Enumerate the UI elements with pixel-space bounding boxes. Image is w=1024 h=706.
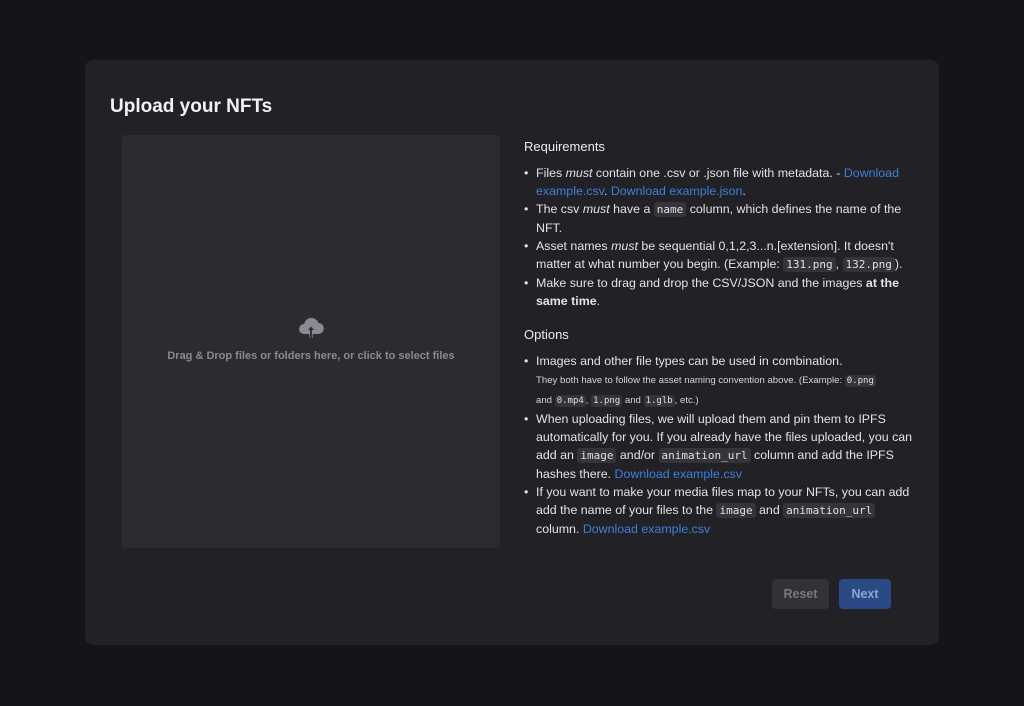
requirements-title: Requirements: [524, 139, 605, 154]
download-example-csv-link[interactable]: Download example.csv: [583, 522, 710, 536]
file-dropzone[interactable]: Drag & Drop files or folders here, or cl…: [122, 135, 500, 548]
requirement-item: Make sure to drag and drop the CSV/JSON …: [524, 274, 914, 310]
option-item: When uploading files, we will upload the…: [524, 410, 914, 483]
cloud-upload-icon: [298, 315, 324, 339]
requirements-list: Files must contain one .csv or .json fil…: [524, 164, 914, 310]
next-button[interactable]: Next: [839, 579, 891, 609]
dropzone-content: Drag & Drop files or folders here, or cl…: [122, 315, 500, 362]
code-name: name: [653, 202, 687, 217]
upload-modal: Upload your NFTs Drag & Drop files or fo…: [85, 60, 939, 645]
download-example-json-link[interactable]: Download example.json: [611, 184, 743, 198]
options-title: Options: [524, 327, 569, 342]
requirement-item: Asset names must be sequential 0,1,2,3..…: [524, 237, 914, 274]
download-example-csv-link[interactable]: Download example.csv: [615, 467, 742, 481]
requirement-item: Files must contain one .csv or .json fil…: [524, 164, 914, 200]
option-item: Images and other file types can be used …: [524, 352, 914, 410]
modal-title: Upload your NFTs: [110, 96, 273, 117]
modal-footer: Reset Next: [772, 579, 891, 609]
reset-button[interactable]: Reset: [772, 579, 829, 609]
info-panel: Requirements Files must contain one .csv…: [524, 138, 914, 538]
options-list: Images and other file types can be used …: [524, 352, 914, 538]
option-note: They both have to follow the asset namin…: [536, 375, 876, 407]
option-item: If you want to make your media files map…: [524, 483, 914, 538]
requirement-item: The csv must have a name column, which d…: [524, 200, 914, 237]
dropzone-text: Drag & Drop files or folders here, or cl…: [167, 350, 455, 362]
